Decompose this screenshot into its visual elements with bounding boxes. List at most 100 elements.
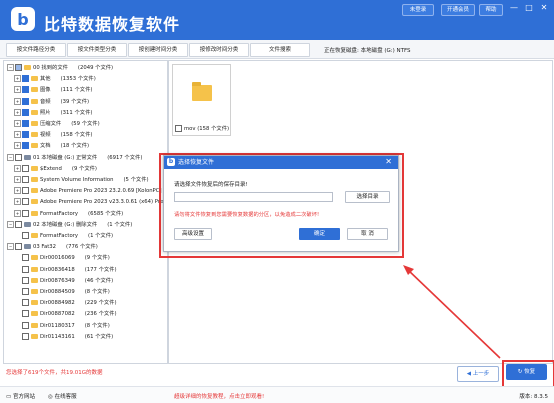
tab-file-search[interactable]: 文件搜索 (250, 43, 310, 57)
checkbox[interactable] (22, 97, 29, 105)
checkbox[interactable] (22, 187, 29, 195)
expand-toggle-icon[interactable]: + (14, 86, 21, 94)
vip-button[interactable]: 开通会员 (441, 4, 475, 16)
checkbox[interactable] (22, 75, 29, 83)
tree-row[interactable]: + 其他 (1353 个文件) (14, 75, 96, 83)
expand-toggle-icon[interactable]: + (14, 108, 21, 116)
checkbox[interactable] (22, 310, 29, 318)
expand-toggle-icon[interactable]: + (14, 120, 21, 127)
choose-directory-button[interactable]: 选择目录 (345, 191, 390, 203)
expand-toggle-icon[interactable]: + (14, 198, 21, 206)
folder-thumbnail[interactable]: mov (158 个文件) (172, 64, 231, 136)
checkbox[interactable] (15, 64, 22, 71)
checkbox[interactable] (22, 232, 29, 239)
expand-toggle-icon[interactable]: − (7, 243, 14, 251)
tree-row[interactable]: FormatFactory (1 个文件) (14, 232, 113, 240)
tree-row[interactable]: + 照片 (311 个文件) (14, 108, 92, 117)
recover-button[interactable]: ↻ 恢复 (506, 364, 547, 380)
maximize-button[interactable]: □ (524, 3, 534, 13)
tree-row[interactable]: Dir00884509 (8 个文件) (14, 288, 110, 296)
minimize-button[interactable]: — (509, 3, 519, 13)
checkbox[interactable] (22, 254, 29, 262)
checkbox[interactable] (15, 243, 22, 251)
expand-toggle-icon[interactable]: − (7, 64, 14, 71)
expand-toggle-icon[interactable]: + (14, 75, 21, 83)
close-window-button[interactable]: ✕ (539, 3, 549, 13)
tree-row[interactable]: + System Volume Information (5 个文件) (14, 176, 149, 184)
checkbox[interactable] (22, 288, 29, 295)
tree-row-label: 02 本地磁盘 (G:) 删除文件 (33, 221, 98, 228)
help-button[interactable]: 帮助 (479, 4, 503, 16)
tree-row-label: 图像 (40, 87, 51, 94)
tree-row-label: 00 找到的文件 (33, 65, 68, 71)
tree-row[interactable]: Dir01180317 (8 个文件) (14, 321, 110, 330)
checkbox[interactable] (22, 120, 29, 127)
expand-toggle-icon[interactable]: + (14, 142, 21, 150)
checkbox[interactable] (22, 209, 29, 217)
dialog-close-icon[interactable]: ✕ (385, 157, 392, 167)
tab-by-type[interactable]: 按文件类型分类 (67, 43, 127, 57)
tree-row[interactable]: + Adobe Premiere Pro 2023 23.2.0.69 [Kolo… (14, 187, 167, 195)
online-service-link[interactable]: ◎ 在线客服 (48, 392, 77, 400)
expand-toggle-icon[interactable]: + (14, 187, 21, 195)
tree-row[interactable]: Dir00016069 (9 个文件) (14, 254, 110, 262)
checkbox[interactable] (22, 265, 29, 273)
save-path-input[interactable] (174, 192, 333, 202)
tab-by-path[interactable]: 按文件路径分类 (6, 43, 66, 57)
tree-row-label: 音频 (40, 98, 51, 105)
tree-row-label: Dir01180317 (40, 322, 75, 329)
tree-row[interactable]: + 图像 (111 个文件) (14, 86, 92, 94)
tree-row[interactable]: Dir01143161 (61 个文件) (14, 332, 113, 341)
recover-file-dialog: b 选择恢复文件 ✕ 请选择文件恢复后的保存目录! 选择目录 请勿将文件恢复到您… (163, 155, 399, 252)
checkbox[interactable] (22, 299, 29, 307)
tree-row[interactable]: + 音频 (39 个文件) (14, 97, 89, 106)
checkbox[interactable] (22, 321, 29, 329)
login-button[interactable]: 未登录 (402, 4, 434, 16)
tree-row[interactable]: Dir00876349 (46 个文件) (14, 276, 113, 285)
expand-toggle-icon[interactable]: + (14, 176, 21, 183)
tutorial-link[interactable]: 超级详细的恢复教程，点击立即观看! (174, 392, 264, 400)
previous-step-button[interactable]: ◀ 上一步 (457, 366, 499, 382)
advanced-settings-button[interactable]: 高级设置 (174, 228, 212, 240)
checkbox[interactable] (22, 164, 29, 172)
expand-toggle-icon[interactable]: − (7, 153, 14, 161)
tree-row[interactable]: + $Extend (9 个文件) (14, 164, 97, 173)
tree-row[interactable]: Dir00887082 (236 个文件) (14, 310, 117, 318)
checkbox[interactable] (15, 153, 22, 161)
checkbox[interactable] (22, 108, 29, 116)
expand-toggle-icon[interactable]: + (14, 164, 21, 172)
dialog-header: b 选择恢复文件 ✕ (164, 156, 398, 169)
checkbox[interactable] (22, 131, 29, 139)
checkbox[interactable] (22, 198, 29, 206)
cancel-button[interactable]: 取 消 (347, 228, 388, 240)
checkbox[interactable] (175, 125, 182, 132)
expand-toggle-icon[interactable]: + (14, 97, 21, 105)
tree-row[interactable]: + 视频 (158 个文件) (14, 131, 92, 139)
expand-toggle-icon[interactable]: − (7, 220, 14, 228)
checkbox[interactable] (15, 220, 22, 228)
tree-row[interactable]: + FormatFactory (6585 个文件) (14, 209, 123, 218)
tree-row[interactable]: + 文档 (18 个文件) (14, 142, 89, 150)
expand-toggle-icon[interactable]: + (14, 209, 21, 217)
official-website-link[interactable]: ▭ 官方网站 (6, 392, 35, 400)
tree-row-label: $Extend (40, 165, 62, 172)
checkbox[interactable] (22, 142, 29, 150)
tree-row[interactable]: Dir00836418 (177 个文件) (14, 265, 117, 274)
checkbox[interactable] (22, 276, 29, 284)
title-bar: b 比特数据恢复软件 未登录 开通会员 帮助 — □ ✕ (0, 0, 554, 40)
tree-row[interactable]: + Adobe Premiere Pro 2023 v23.3.0.61 (x64… (14, 198, 167, 206)
checkbox[interactable] (22, 86, 29, 94)
tree-row[interactable]: − 02 本地磁盘 (G:) 删除文件 (1 个文件) (7, 220, 132, 229)
tree-row[interactable]: − 00 找到的文件 (2049 个文件) (7, 64, 113, 72)
tree-row[interactable]: Dir00884982 (229 个文件) (14, 299, 117, 307)
tab-by-modified[interactable]: 按修改时间分类 (189, 43, 249, 57)
checkbox[interactable] (22, 176, 29, 183)
checkbox[interactable] (22, 332, 29, 340)
expand-toggle-icon[interactable]: + (14, 131, 21, 139)
tree-row[interactable]: + 压缩文件 (59 个文件) (14, 120, 100, 128)
tab-by-created[interactable]: 按创建时间分类 (128, 43, 188, 57)
tree-row[interactable]: − 03 Fat32 (776 个文件) (7, 243, 98, 251)
tree-row[interactable]: − 01 本地磁盘 (G:) 正常文件 (6917 个文件) (7, 153, 142, 162)
ok-button[interactable]: 确定 (299, 228, 340, 240)
tree-row-label: Dir00884982 (40, 300, 75, 307)
